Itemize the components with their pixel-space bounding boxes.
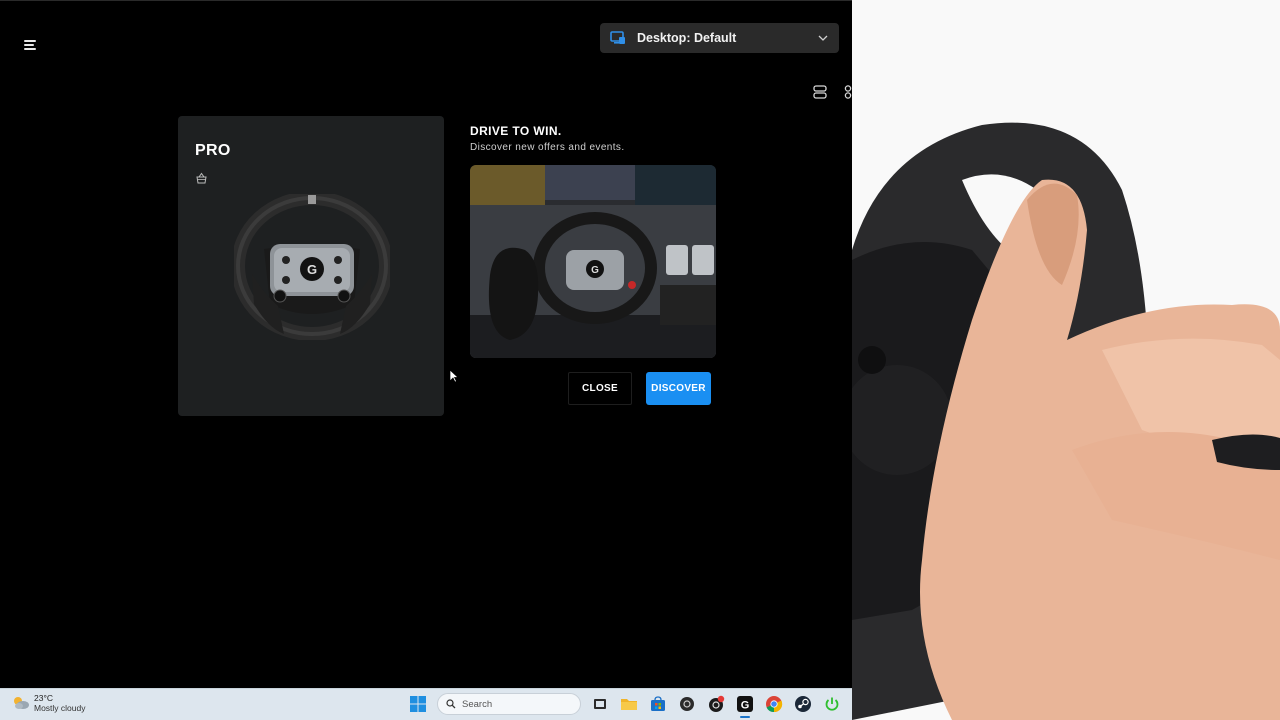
promo-title: DRIVE TO WIN. xyxy=(470,124,562,138)
app-icon[interactable] xyxy=(677,693,697,715)
webcam-feed xyxy=(852,0,1280,720)
discover-button[interactable]: DISCOVER xyxy=(646,372,711,405)
promo-subtitle: Discover new offers and events. xyxy=(470,142,625,153)
promo-image: G xyxy=(470,165,716,358)
weather-widget[interactable]: 23°C Mostly cloudy xyxy=(12,693,86,713)
promo-panel: DRIVE TO WIN. Discover new offers and ev… xyxy=(470,124,720,153)
taskbar: 23°C Mostly cloudy Search G xyxy=(0,688,852,720)
task-view-icon[interactable] xyxy=(590,693,610,715)
taskbar-search[interactable]: Search xyxy=(437,693,581,715)
weather-temperature: 23°C xyxy=(34,693,53,703)
steam-icon[interactable] xyxy=(793,693,813,715)
menu-icon[interactable] xyxy=(22,36,40,54)
steering-wheel-image: G xyxy=(234,194,390,340)
g-hub-window: Desktop: Default PRO G DRIVE TO WIN. Dis… xyxy=(0,0,852,688)
basket-icon[interactable] xyxy=(196,172,207,184)
power-icon[interactable] xyxy=(822,693,842,715)
search-placeholder: Search xyxy=(462,698,493,710)
profile-selector[interactable]: Desktop: Default xyxy=(600,23,839,53)
store-icon[interactable] xyxy=(648,693,668,715)
cloudy-weather-icon xyxy=(14,697,29,709)
profile-label: Desktop: Default xyxy=(637,31,737,45)
g-hub-icon[interactable]: G xyxy=(735,693,755,718)
chevron-down-icon xyxy=(818,35,828,41)
svg-text:G: G xyxy=(741,700,750,712)
svg-text:G: G xyxy=(591,265,599,276)
start-icon[interactable] xyxy=(408,693,428,715)
desktop-icon xyxy=(610,31,625,44)
svg-text:G: G xyxy=(307,262,317,277)
chrome-icon[interactable] xyxy=(764,693,784,715)
file-explorer-icon[interactable] xyxy=(619,693,639,715)
search-icon xyxy=(446,699,456,709)
device-card[interactable]: PRO G xyxy=(178,116,444,416)
mouse-cursor-icon xyxy=(449,369,459,383)
app-notification-icon[interactable] xyxy=(706,693,726,715)
device-name: PRO xyxy=(195,142,231,159)
close-button[interactable]: CLOSE xyxy=(568,372,632,405)
weather-condition: Mostly cloudy xyxy=(34,703,86,713)
devices-icon[interactable] xyxy=(812,84,828,100)
